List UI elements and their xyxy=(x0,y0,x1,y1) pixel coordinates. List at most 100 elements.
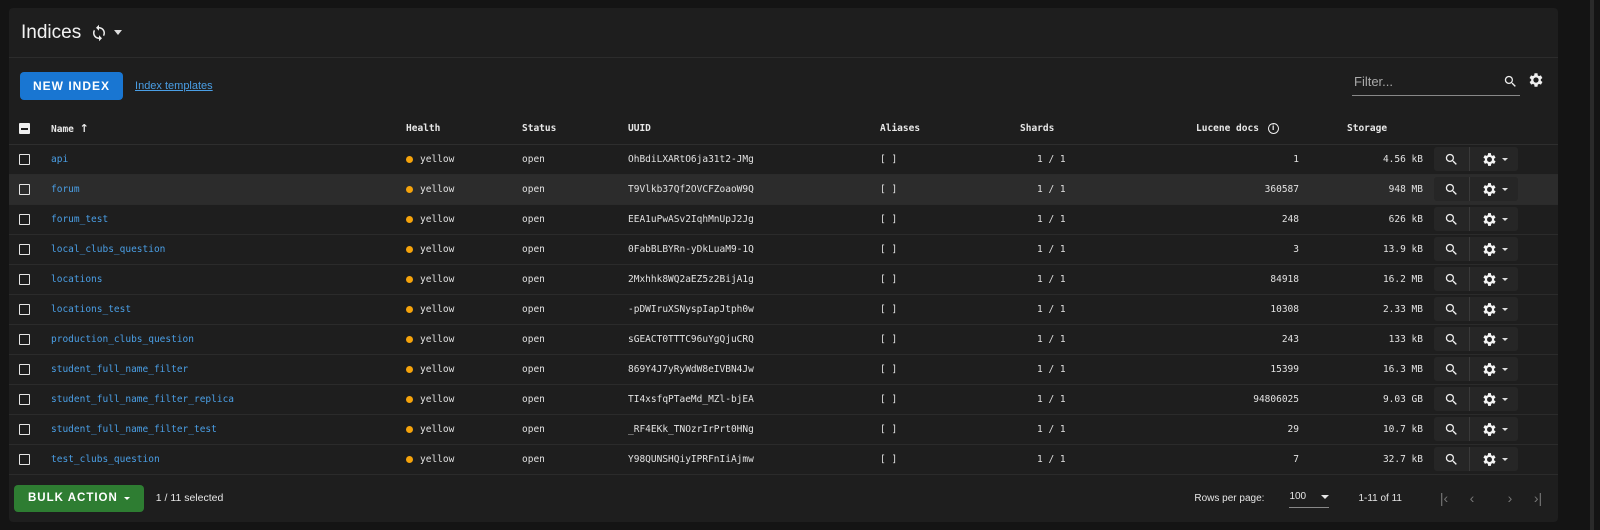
rows-per-page-label: Rows per page: xyxy=(1194,492,1265,504)
aliases-cell: [ ] xyxy=(880,444,980,475)
view-documents-button[interactable] xyxy=(1434,267,1470,291)
view-documents-button[interactable] xyxy=(1434,417,1470,441)
next-page-button[interactable]: › xyxy=(1496,490,1524,506)
health-status-dot-icon xyxy=(406,395,413,403)
column-header-status[interactable]: Status xyxy=(522,114,628,145)
page-range: 1-11 of 11 xyxy=(1358,492,1402,504)
table-row[interactable]: test_clubs_question yellow open Y98QUNSHQiy… xyxy=(9,444,1558,475)
row-checkbox[interactable] xyxy=(19,273,30,285)
table-row[interactable]: local_clubs_question yellow open 0FabBLBYRn… xyxy=(9,234,1558,265)
view-documents-button[interactable] xyxy=(1434,327,1470,351)
lucene-docs-cell: 15399 xyxy=(1136,354,1322,385)
search-icon[interactable] xyxy=(1503,74,1518,94)
table-row[interactable]: forum yellow open T9Vlkb37Qf2OVCFZoaoW9Q[ ]… xyxy=(9,174,1558,205)
aliases-cell: [ ] xyxy=(880,324,980,355)
table-footer: BULK ACTION 1 / 11 selected Rows per pag… xyxy=(9,474,1558,522)
column-header-aliases[interactable]: Aliases xyxy=(880,114,980,145)
row-checkbox[interactable] xyxy=(19,333,30,345)
previous-page-button[interactable]: ‹ xyxy=(1458,490,1486,506)
storage-cell: 4.56 kB xyxy=(1322,144,1428,175)
row-actions xyxy=(1434,327,1558,351)
new-index-button[interactable]: NEW INDEX xyxy=(20,72,124,100)
row-checkbox[interactable] xyxy=(19,453,30,465)
index-name-link[interactable]: production_clubs_question xyxy=(51,334,194,345)
column-header-health[interactable]: Health xyxy=(406,114,522,145)
index-name-link[interactable]: forum xyxy=(51,184,80,195)
index-settings-menu-button[interactable] xyxy=(1470,387,1518,411)
index-name-link[interactable]: forum_test xyxy=(51,214,108,225)
lucene-docs-cell: 3 xyxy=(1136,234,1322,265)
index-settings-menu-button[interactable] xyxy=(1470,207,1518,231)
index-name-link[interactable]: student_full_name_filter xyxy=(51,364,188,375)
row-checkbox[interactable] xyxy=(19,393,30,405)
index-name-link[interactable]: api xyxy=(51,154,68,165)
rows-per-page-select[interactable]: 100 xyxy=(1289,488,1330,508)
aliases-cell: [ ] xyxy=(880,354,980,385)
view-documents-button[interactable] xyxy=(1434,177,1470,201)
row-actions xyxy=(1434,177,1558,201)
index-settings-menu-button[interactable] xyxy=(1470,357,1518,381)
table-row[interactable]: student_full_name_filter yellow open 869Y4J… xyxy=(9,354,1558,385)
column-header-lucene-docs[interactable]: Lucene docs i xyxy=(1136,114,1322,145)
view-documents-button[interactable] xyxy=(1434,207,1470,231)
table-row[interactable]: locations yellow open 2Mxhhk8WQ2aEZ5z2BijA1… xyxy=(9,264,1558,295)
index-settings-menu-button[interactable] xyxy=(1470,447,1518,471)
table-row[interactable]: student_full_name_filter_test yellow open _… xyxy=(9,414,1558,445)
search-icon xyxy=(1444,212,1459,227)
table-row[interactable]: student_full_name_filter_replica yellow op… xyxy=(9,384,1558,415)
health-cell: yellow xyxy=(406,384,522,415)
row-actions xyxy=(1434,447,1558,471)
lucene-docs-cell: 10308 xyxy=(1136,294,1322,325)
row-checkbox[interactable] xyxy=(19,153,30,165)
refresh-menu-caret-icon[interactable] xyxy=(114,30,123,35)
column-header-uuid[interactable]: UUID xyxy=(628,114,880,145)
table-row[interactable]: forum_test yellow open EEA1uPwASv2IqhMnUpJ2… xyxy=(9,204,1558,235)
index-name-link[interactable]: test_clubs_question xyxy=(51,454,160,465)
table-settings-gear-icon[interactable] xyxy=(1527,71,1545,94)
column-header-name[interactable]: Name ↑ xyxy=(51,114,406,145)
row-checkbox[interactable] xyxy=(19,303,30,315)
table-row[interactable]: locations_test yellow open -pDWIruXSNyspIap… xyxy=(9,294,1558,325)
view-documents-button[interactable] xyxy=(1434,447,1470,471)
dropdown-caret-icon xyxy=(123,496,130,500)
index-name-link[interactable]: student_full_name_filter_test xyxy=(51,424,217,435)
row-actions xyxy=(1434,417,1558,441)
index-name-link[interactable]: locations xyxy=(51,274,102,285)
table-row[interactable]: production_clubs_question yellow open sGEAC… xyxy=(9,324,1558,355)
select-all-checkbox[interactable] xyxy=(19,123,30,135)
row-checkbox[interactable] xyxy=(19,213,30,225)
row-checkbox[interactable] xyxy=(19,243,30,255)
index-settings-menu-button[interactable] xyxy=(1470,267,1518,291)
page-scrollbar[interactable] xyxy=(1590,0,1594,530)
view-documents-button[interactable] xyxy=(1434,147,1470,171)
filter-input[interactable] xyxy=(1352,73,1492,90)
row-checkbox[interactable] xyxy=(19,363,30,375)
table-row[interactable]: api yellow open OhBdiLXARtO6ja31t2-JMg[ ] 1 … xyxy=(9,144,1558,175)
chevron-down-icon xyxy=(1501,217,1508,221)
view-documents-button[interactable] xyxy=(1434,297,1470,321)
chevron-down-icon xyxy=(1501,337,1508,341)
index-settings-menu-button[interactable] xyxy=(1470,327,1518,351)
index-name-link[interactable]: student_full_name_filter_replica xyxy=(51,394,234,405)
info-icon[interactable]: i xyxy=(1267,123,1279,135)
column-header-storage[interactable]: Storage xyxy=(1322,114,1428,145)
view-documents-button[interactable] xyxy=(1434,357,1470,381)
index-templates-link[interactable]: Index templates xyxy=(135,80,213,92)
index-settings-menu-button[interactable] xyxy=(1470,237,1518,261)
index-settings-menu-button[interactable] xyxy=(1470,297,1518,321)
view-documents-button[interactable] xyxy=(1434,387,1470,411)
indices-table: Name ↑ Health Status UUID Aliases Shards… xyxy=(9,114,1558,475)
first-page-button[interactable]: |‹ xyxy=(1430,490,1458,506)
view-documents-button[interactable] xyxy=(1434,237,1470,261)
refresh-icon[interactable] xyxy=(90,24,108,42)
index-name-link[interactable]: local_clubs_question xyxy=(51,244,165,255)
row-checkbox[interactable] xyxy=(19,183,30,195)
index-settings-menu-button[interactable] xyxy=(1470,147,1518,171)
index-name-link[interactable]: locations_test xyxy=(51,304,131,315)
index-settings-menu-button[interactable] xyxy=(1470,417,1518,441)
row-checkbox[interactable] xyxy=(19,423,30,435)
index-settings-menu-button[interactable] xyxy=(1470,177,1518,201)
last-page-button[interactable]: ›| xyxy=(1524,490,1552,506)
bulk-action-button[interactable]: BULK ACTION xyxy=(14,484,144,512)
column-header-shards[interactable]: Shards xyxy=(980,114,1136,145)
